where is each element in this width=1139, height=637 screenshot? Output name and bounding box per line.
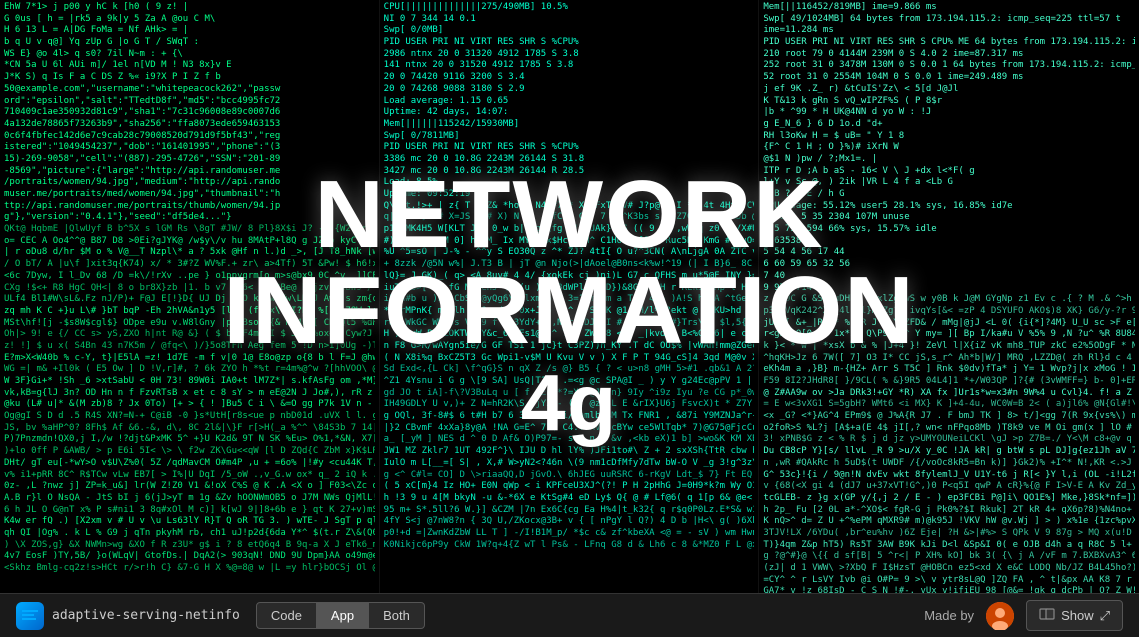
tab-app[interactable]: App xyxy=(317,602,369,629)
app-name-label: adaptive-serving-netinfo xyxy=(52,608,240,623)
show-button[interactable]: Show ⤢ xyxy=(1026,600,1123,631)
bottom-bar: adaptive-serving-netinfo Code App Both M… xyxy=(0,593,1139,637)
show-icon xyxy=(1039,606,1055,625)
show-label: Show xyxy=(1061,608,1094,623)
avatar xyxy=(986,602,1014,630)
terminal-col-3: Mem[||116452/819MB] ime=9.866 msSwp[ 49/… xyxy=(759,0,1139,593)
made-by-label: Made by xyxy=(924,608,974,623)
terminal-col-2: CPU[||||||||||||||275/490MB] 10.5%NI 0 7… xyxy=(380,0,760,593)
app-icon xyxy=(16,602,44,630)
tab-both[interactable]: Both xyxy=(369,602,425,629)
expand-icon: ⤢ xyxy=(1100,608,1110,624)
tab-buttons-group: Code App Both xyxy=(256,602,425,629)
terminal-background: EhW 7*1> j p00 y hC k [h0 ( 9 z! | G 0us… xyxy=(0,0,1139,593)
bottom-left-section: adaptive-serving-netinfo Code App Both xyxy=(16,602,425,630)
tab-code[interactable]: Code xyxy=(256,602,317,629)
terminal-col-1: EhW 7*1> j p00 y hC k [h0 ( 9 z! | G 0us… xyxy=(0,0,380,593)
bottom-right-section: Made by Show ⤢ xyxy=(924,600,1123,631)
